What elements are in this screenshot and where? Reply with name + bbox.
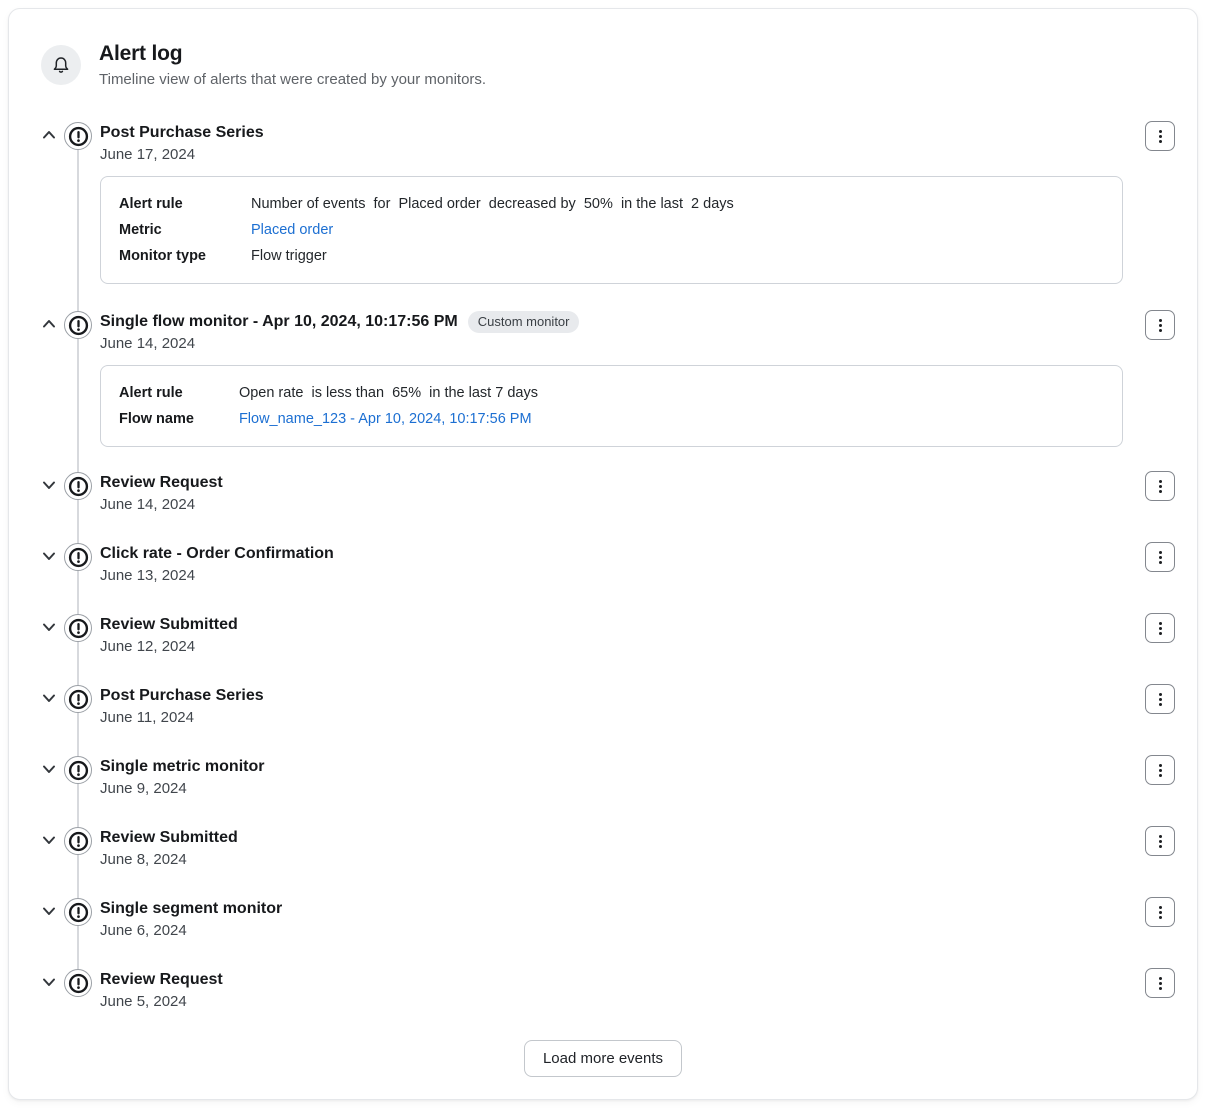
entry-title: Click rate - Order Confirmation [100, 542, 334, 566]
alert-exclamation-icon [64, 122, 92, 150]
metric-link[interactable]: Placed order [251, 222, 333, 238]
detail-label: Monitor type [119, 243, 251, 269]
alert-entry: Post Purchase Series June 17, 2024 Alert… [9, 121, 1197, 284]
page-title: Alert log [99, 42, 486, 66]
alert-log-header: Alert log Timeline view of alerts that w… [9, 42, 1197, 88]
kebab-menu-button[interactable] [1145, 542, 1175, 572]
chevron-down-icon[interactable] [40, 902, 58, 920]
detail-label: Metric [119, 217, 251, 243]
chevron-down-icon[interactable] [40, 831, 58, 849]
kebab-menu-button[interactable] [1145, 968, 1175, 998]
detail-row: Metric Placed order [119, 217, 734, 243]
detail-label: Alert rule [119, 380, 239, 406]
entry-content: Review Submitted June 12, 2024 [100, 613, 1133, 657]
alert-log-card: Alert log Timeline view of alerts that w… [8, 8, 1198, 1100]
chevron-down-icon[interactable] [40, 547, 58, 565]
alert-exclamation-icon [64, 311, 92, 339]
entry-title: Review Submitted [100, 826, 238, 850]
alert-entry: Single flow monitor - Apr 10, 2024, 10:1… [9, 310, 1197, 447]
entry-content: Single segment monitor June 6, 2024 [100, 897, 1133, 941]
kebab-menu-button[interactable] [1145, 897, 1175, 927]
detail-label: Flow name [119, 406, 239, 432]
entry-date: June 11, 2024 [100, 708, 1133, 728]
entry-content: Single metric monitor June 9, 2024 [100, 755, 1133, 799]
chevron-up-icon[interactable] [40, 126, 58, 144]
load-more-events-button[interactable]: Load more events [524, 1040, 682, 1077]
alert-entry: Click rate - Order Confirmation June 13,… [9, 542, 1197, 586]
entry-title: Post Purchase Series [100, 684, 264, 708]
entry-date: June 12, 2024 [100, 637, 1133, 657]
entry-title: Review Request [100, 471, 223, 495]
entry-content: Click rate - Order Confirmation June 13,… [100, 542, 1133, 586]
alert-exclamation-icon [64, 827, 92, 855]
alert-detail-card: Alert rule Open rate is less than 65% in… [100, 365, 1123, 447]
alert-rule-value: Number of events for Placed order decrea… [251, 191, 734, 217]
alert-exclamation-icon [64, 756, 92, 784]
detail-row: Monitor type Flow trigger [119, 243, 734, 269]
entry-content: Review Submitted June 8, 2024 [100, 826, 1133, 870]
entry-title: Post Purchase Series [100, 121, 264, 145]
kebab-menu-button[interactable] [1145, 310, 1175, 340]
chevron-down-icon[interactable] [40, 618, 58, 636]
alert-exclamation-icon [64, 898, 92, 926]
entry-date: June 17, 2024 [100, 145, 1133, 165]
entry-date: June 14, 2024 [100, 495, 1133, 515]
chevron-up-icon[interactable] [40, 315, 58, 333]
kebab-menu-button[interactable] [1145, 755, 1175, 785]
entry-date: June 5, 2024 [100, 992, 1133, 1012]
detail-row: Alert rule Open rate is less than 65% in… [119, 380, 538, 406]
entry-content: Review Request June 14, 2024 [100, 471, 1133, 515]
detail-label: Alert rule [119, 191, 251, 217]
monitor-type-value: Flow trigger [251, 243, 734, 269]
chevron-down-icon[interactable] [40, 476, 58, 494]
chevron-down-icon[interactable] [40, 760, 58, 778]
page-subtitle: Timeline view of alerts that were create… [99, 71, 486, 88]
header-text: Alert log Timeline view of alerts that w… [99, 42, 486, 88]
chevron-down-icon[interactable] [40, 973, 58, 991]
alert-entry: Review Request June 14, 2024 [9, 471, 1197, 515]
alert-exclamation-icon [64, 472, 92, 500]
alert-entry: Post Purchase Series June 11, 2024 [9, 684, 1197, 728]
alert-exclamation-icon [64, 969, 92, 997]
kebab-menu-button[interactable] [1145, 613, 1175, 643]
entry-title: Review Request [100, 968, 223, 992]
load-more-container: Load more events [9, 1040, 1197, 1077]
entry-date: June 13, 2024 [100, 566, 1133, 586]
custom-monitor-badge: Custom monitor [468, 311, 580, 333]
alert-entry: Review Submitted June 12, 2024 [9, 613, 1197, 657]
alert-entry: Review Submitted June 8, 2024 [9, 826, 1197, 870]
entry-title: Review Submitted [100, 613, 238, 637]
alert-exclamation-icon [64, 614, 92, 642]
kebab-menu-button[interactable] [1145, 121, 1175, 151]
alert-entry: Single segment monitor June 6, 2024 [9, 897, 1197, 941]
entry-date: June 8, 2024 [100, 850, 1133, 870]
entry-date: June 6, 2024 [100, 921, 1133, 941]
entry-content: Post Purchase Series June 11, 2024 [100, 684, 1133, 728]
alert-rule-value: Open rate is less than 65% in the last 7… [239, 380, 538, 406]
entry-title: Single segment monitor [100, 897, 282, 921]
alert-exclamation-icon [64, 685, 92, 713]
entry-title: Single metric monitor [100, 755, 264, 779]
chevron-down-icon[interactable] [40, 689, 58, 707]
alert-exclamation-icon [64, 543, 92, 571]
bell-icon [41, 45, 81, 85]
alert-entry: Review Request June 5, 2024 [9, 968, 1197, 1012]
alert-detail-card: Alert rule Number of events for Placed o… [100, 176, 1123, 284]
entry-title: Single flow monitor - Apr 10, 2024, 10:1… [100, 310, 458, 334]
entry-content: Review Request June 5, 2024 [100, 968, 1133, 1012]
kebab-menu-button[interactable] [1145, 684, 1175, 714]
entry-date: June 9, 2024 [100, 779, 1133, 799]
flow-name-link[interactable]: Flow_name_123 - Apr 10, 2024, 10:17:56 P… [239, 411, 532, 427]
detail-row: Alert rule Number of events for Placed o… [119, 191, 734, 217]
detail-row: Flow name Flow_name_123 - Apr 10, 2024, … [119, 406, 538, 432]
alert-entry: Single metric monitor June 9, 2024 [9, 755, 1197, 799]
kebab-menu-button[interactable] [1145, 471, 1175, 501]
entry-content: Post Purchase Series June 17, 2024 Alert… [100, 121, 1133, 284]
kebab-menu-button[interactable] [1145, 826, 1175, 856]
entry-content: Single flow monitor - Apr 10, 2024, 10:1… [100, 310, 1133, 447]
alert-timeline: Post Purchase Series June 17, 2024 Alert… [9, 121, 1197, 1012]
entry-date: June 14, 2024 [100, 334, 1133, 354]
